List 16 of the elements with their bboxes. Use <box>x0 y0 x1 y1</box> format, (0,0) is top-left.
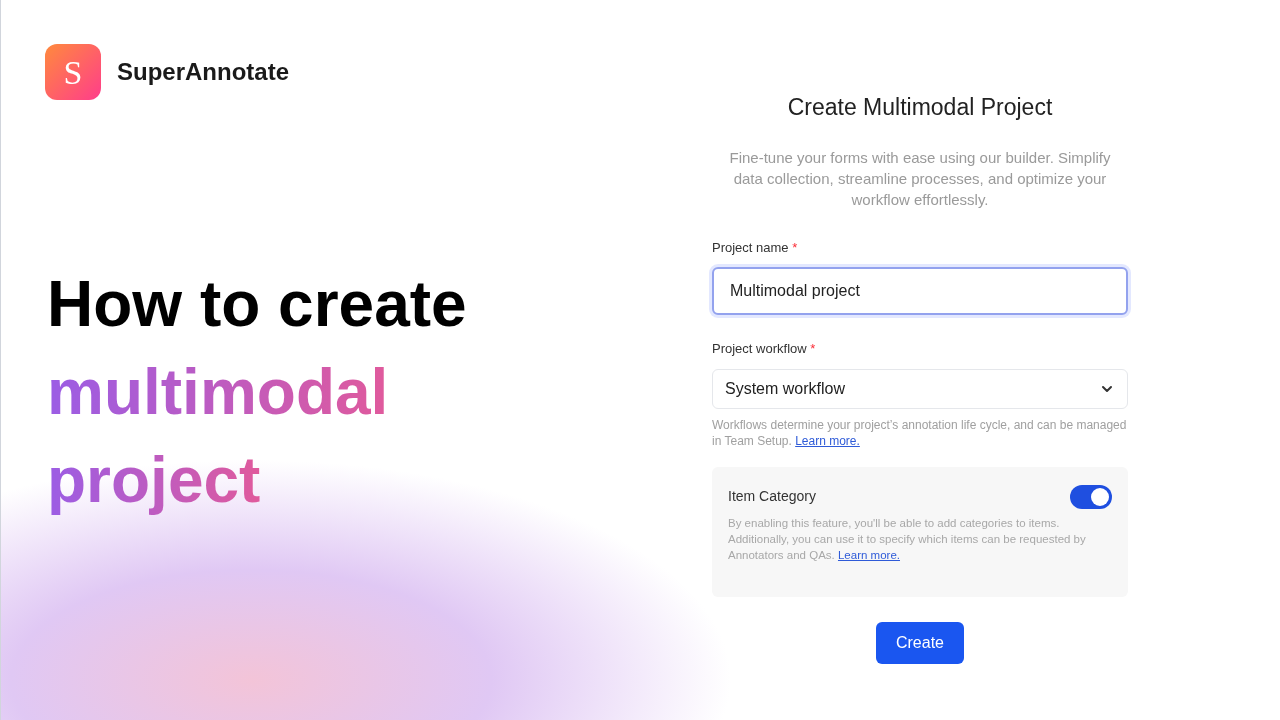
create-button[interactable]: Create <box>876 621 964 664</box>
help-text: Workflows determine your project’s annotation life cycle, and can be managed in Team Setup. Learn more. <box>712 416 1128 449</box>
setting-description: By enabling this feature, you'll be able to add categories to items. Additionally, you can use it to specify which items can be requested by Annotators and QAs. Learn more. <box>728 515 1087 563</box>
logo-icon: S <box>45 44 101 100</box>
brand-name: SuperAnnotate <box>117 57 289 87</box>
form-description: Fine-tune your forms with ease using our builder. Simplify data collection, streamline processes, and optimize your workflow effortlessly. <box>728 147 1112 210</box>
field-label: Project name * <box>712 238 799 257</box>
learn-more-link[interactable]: Learn more. <box>837 548 900 561</box>
project-name-field[interactable]: Multimodal project <box>712 267 1128 315</box>
headline-line: How to create <box>47 267 467 342</box>
learn-more-link[interactable]: Learn more. <box>795 433 860 448</box>
form-title: Create Multimodal Project <box>786 93 1054 122</box>
setting-title: Item Category <box>728 487 816 506</box>
toggle-switch[interactable] <box>1070 484 1112 509</box>
field-label: Project workflow * <box>712 340 817 358</box>
workflow-select[interactable]: System workflow <box>712 368 1128 409</box>
